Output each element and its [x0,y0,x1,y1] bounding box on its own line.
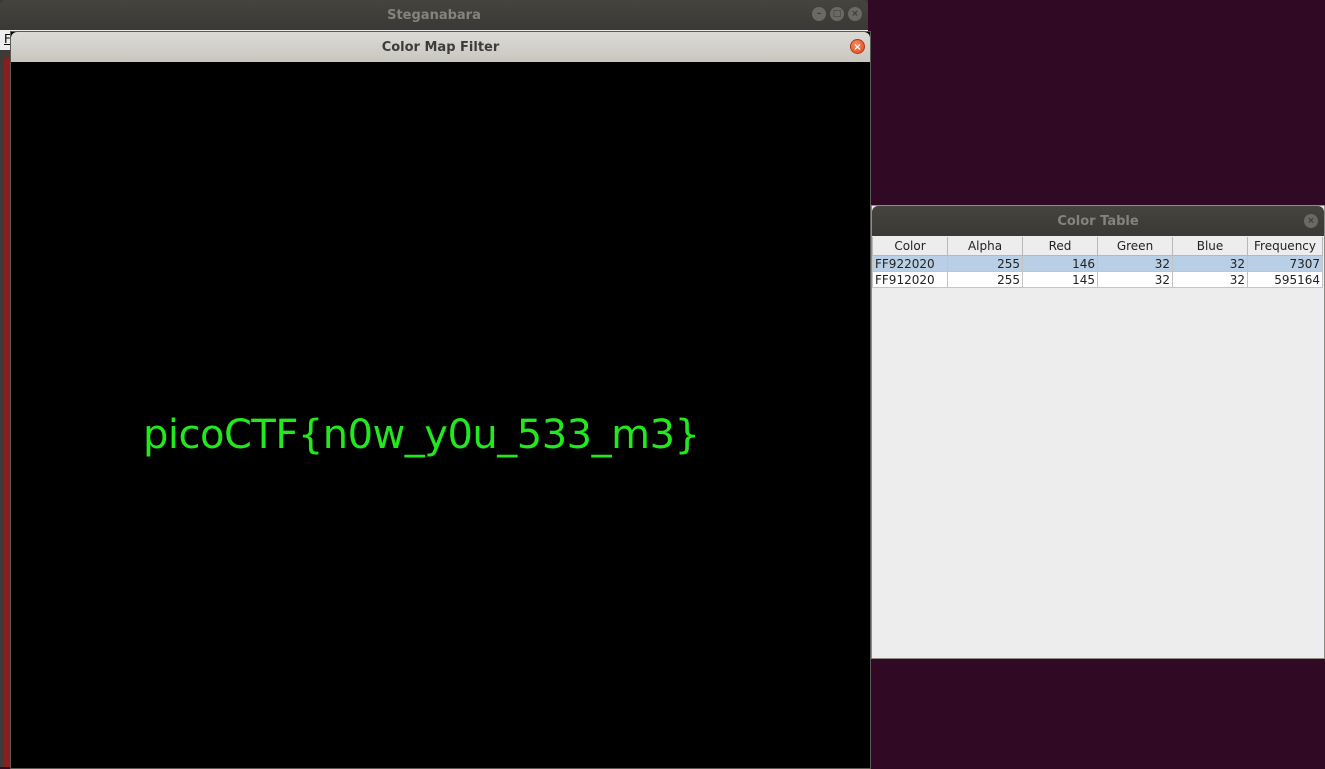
window-controls: – □ × [812,7,862,21]
minimize-icon[interactable]: – [812,7,826,21]
cell-green: 32 [1097,271,1173,288]
cell-red: 146 [1022,255,1098,272]
cell-frequency: 7307 [1247,255,1323,272]
cell-color: FF912020 [872,271,948,288]
table-row[interactable]: FF922020 255 146 32 32 7307 [872,255,1323,272]
color-map-filter-title: Color Map Filter [381,39,500,55]
column-header-color[interactable]: Color [872,237,948,256]
filtered-image-canvas: picoCTF{n0w_y0u_533_m3} [11,62,870,768]
column-header-red[interactable]: Red [1022,237,1098,256]
revealed-flag-text: picoCTF{n0w_y0u_533_m3} [143,412,700,458]
column-header-frequency[interactable]: Frequency [1247,237,1323,256]
color-map-filter-window: Color Map Filter × picoCTF{n0w_y0u_533_m… [10,31,871,769]
steganabara-titlebar[interactable]: Steganabara – □ × [0,0,868,30]
cell-red: 145 [1022,271,1098,288]
cell-alpha: 255 [947,271,1023,288]
table-row[interactable]: FF912020 255 145 32 32 595164 [872,271,1323,288]
color-table-title: Color Table [1057,213,1139,229]
color-map-filter-titlebar[interactable]: Color Map Filter × [11,32,870,62]
color-table-window: Color Table × Color Alpha Red Green Blue… [871,205,1325,659]
column-header-green[interactable]: Green [1097,237,1173,256]
cell-color: FF922020 [872,255,948,272]
close-icon[interactable]: × [848,7,862,21]
table-header-row: Color Alpha Red Green Blue Frequency [872,237,1323,256]
close-icon[interactable]: × [850,39,865,54]
column-header-alpha[interactable]: Alpha [947,237,1023,256]
cell-green: 32 [1097,255,1173,272]
cell-blue: 32 [1172,271,1248,288]
cell-frequency: 595164 [1247,271,1323,288]
color-table-titlebar[interactable]: Color Table × [872,206,1324,236]
maximize-icon[interactable]: □ [830,7,844,21]
close-icon[interactable]: × [1304,214,1318,228]
cell-blue: 32 [1172,255,1248,272]
column-header-blue[interactable]: Blue [1172,237,1248,256]
steganabara-title: Steganabara [387,7,481,23]
color-table: Color Alpha Red Green Blue Frequency FF9… [872,237,1323,288]
cell-alpha: 255 [947,255,1023,272]
